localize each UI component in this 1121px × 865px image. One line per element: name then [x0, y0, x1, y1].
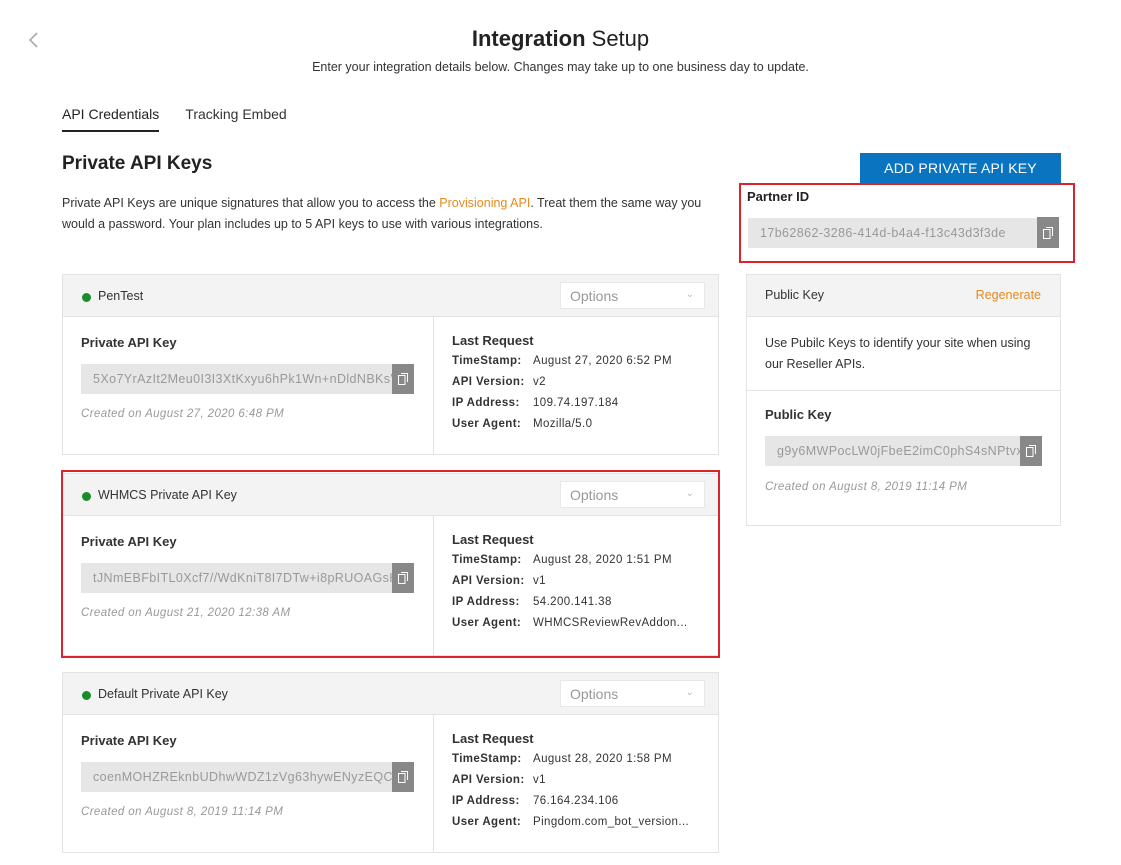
partner-id-label: Partner ID [747, 189, 810, 204]
user-agent-row: User Agent: Pingdom.com_bot_version... [452, 816, 690, 828]
public-key-card: Public Key Regenerate Use Pubilc Keys to… [746, 274, 1061, 526]
options-dropdown[interactable]: Options ⌄ [560, 680, 705, 707]
regenerate-link[interactable]: Regenerate [976, 288, 1041, 302]
api-version-row: API Version: v2 [452, 376, 546, 388]
divider [433, 715, 434, 852]
copy-key-button[interactable] [392, 762, 414, 792]
copy-icon [1043, 226, 1053, 239]
tab-tracking-embed[interactable]: Tracking Embed [185, 106, 286, 132]
private-api-key-label: Private API Key [81, 335, 177, 350]
public-key-header: Public Key Regenerate [747, 275, 1060, 317]
copy-key-button[interactable] [392, 563, 414, 593]
last-request-title: Last Request [452, 333, 534, 348]
user-agent-row: User Agent: Mozilla/5.0 [452, 418, 593, 430]
key-name: PenTest [98, 289, 144, 303]
card-header: WHMCS Private API Key Options ⌄ [63, 474, 718, 516]
ip-address-row: IP Address: 109.74.197.184 [452, 397, 619, 409]
private-api-key-field[interactable]: tJNmEBFbITL0Xcf7//WdKniT8I7DTw+i8pRUOAGs… [81, 563, 392, 593]
partner-id-panel: Partner ID 17b62862-3286-414d-b4a4-f13c4… [739, 183, 1075, 263]
timestamp-row: TimeStamp: August 28, 2020 1:58 PM [452, 753, 672, 765]
ip-address-row: IP Address: 76.164.234.106 [452, 795, 619, 807]
ip-address-row: IP Address: 54.200.141.38 [452, 596, 612, 608]
chevron-down-icon: ⌄ [685, 488, 694, 499]
private-api-key-field[interactable]: 5Xo7YrAzIt2Meu0I3I3XtKxyu6hPk1Wn+nDldNBK… [81, 364, 392, 394]
status-dot-icon [82, 293, 91, 302]
key-name: Default Private API Key [98, 687, 228, 701]
key-name: WHMCS Private API Key [98, 488, 237, 502]
tab-bar: API Credentials Tracking Embed [62, 106, 287, 132]
section-title: Private API Keys [62, 153, 213, 174]
created-date: Created on August 21, 2020 12:38 AM [81, 607, 291, 619]
public-key-field[interactable]: g9y6MWPocLW0jFbeE2imC0phS4sNPtvx [765, 436, 1021, 466]
copy-icon [1026, 445, 1036, 457]
created-date: Created on August 27, 2020 6:48 PM [81, 408, 285, 420]
divider [433, 516, 434, 655]
status-dot-icon [82, 691, 91, 700]
timestamp-row: TimeStamp: August 28, 2020 1:51 PM [452, 554, 672, 566]
created-date: Created on August 8, 2019 11:14 PM [81, 806, 284, 818]
options-dropdown[interactable]: Options ⌄ [560, 282, 705, 309]
created-date: Created on August 8, 2019 11:14 PM [765, 481, 968, 493]
timestamp-row: TimeStamp: August 27, 2020 6:52 PM [452, 355, 672, 367]
public-key-header-title: Public Key [765, 288, 825, 302]
api-version-row: API Version: v1 [452, 575, 546, 587]
last-request-title: Last Request [452, 731, 534, 746]
page-title: Integration Setup [471, 26, 650, 51]
partner-id-field[interactable]: 17b62862-3286-414d-b4a4-f13c43d3f3de [748, 218, 1038, 248]
page-subtitle: Enter your integration details below. Ch… [312, 60, 809, 74]
copy-public-key-button[interactable] [1020, 436, 1042, 466]
public-key-description: Use Pubilc Keys to identify your site wh… [765, 336, 1031, 371]
api-key-card-default: Default Private API Key Options ⌄ Private… [62, 672, 719, 853]
private-api-key-label: Private API Key [81, 534, 177, 549]
section-description: Private API Keys are unique signatures t… [62, 196, 702, 231]
provisioning-api-link[interactable]: Provisioning API [439, 196, 530, 210]
copy-icon [398, 771, 408, 783]
copy-icon [398, 373, 408, 385]
options-dropdown[interactable]: Options ⌄ [560, 481, 705, 508]
add-private-api-key-button[interactable]: ADD PRIVATE API KEY [860, 153, 1061, 183]
api-key-card-whmcs: WHMCS Private API Key Options ⌄ Private A… [62, 473, 719, 656]
api-version-row: API Version: v1 [452, 774, 546, 786]
copy-partner-id-button[interactable] [1037, 217, 1059, 248]
divider [433, 317, 434, 454]
chevron-down-icon: ⌄ [685, 687, 694, 698]
copy-icon [398, 572, 408, 584]
public-key-label: Public Key [765, 407, 832, 422]
user-agent-row: User Agent: WHMCSReviewRevAddon... [452, 617, 688, 629]
card-header: Default Private API Key Options ⌄ [63, 673, 718, 715]
card-header: PenTest Options ⌄ [63, 275, 718, 317]
copy-key-button[interactable] [392, 364, 414, 394]
divider [747, 390, 1060, 391]
api-key-card-pentest: PenTest Options ⌄ Private API Key 5Xo7YrA… [62, 274, 719, 455]
last-request-title: Last Request [452, 532, 534, 547]
chevron-down-icon: ⌄ [685, 289, 694, 300]
private-api-key-field[interactable]: coenMOHZREknbUDhwWDZ1zVg63hywENyzEQCfa [81, 762, 392, 792]
private-api-key-label: Private API Key [81, 733, 177, 748]
tab-api-credentials[interactable]: API Credentials [62, 106, 160, 132]
status-dot-icon [82, 492, 91, 501]
